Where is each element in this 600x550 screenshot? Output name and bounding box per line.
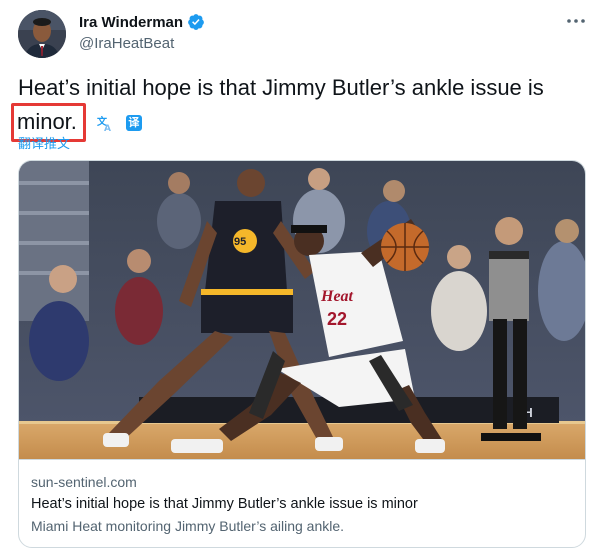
jersey-left-number: 95: [234, 236, 246, 248]
author-avatar[interactable]: [18, 10, 66, 58]
svg-text:A: A: [104, 124, 111, 132]
card-description: Miami Heat monitoring Jimmy Butler’s ail…: [31, 518, 345, 534]
jersey-right-number: 22: [327, 309, 347, 329]
card-photo: CH 95: [19, 161, 585, 459]
author-display-name[interactable]: Ira Winderman: [79, 14, 183, 31]
author-handle[interactable]: @IraHeatBeat: [79, 35, 174, 52]
tweet-text-line-1: Heat’s initial hope is that Jimmy Butler…: [18, 75, 544, 100]
more-options-icon[interactable]: [565, 14, 587, 28]
verified-badge-icon: [188, 14, 204, 30]
translate-glyph-icon[interactable]: 文 A: [96, 114, 114, 132]
translate-tweet-link[interactable]: 翻译推文: [18, 133, 70, 152]
jersey-right-text: Heat: [320, 288, 354, 305]
translate-badge-icon[interactable]: 译: [125, 114, 142, 131]
card-title: Heat’s initial hope is that Jimmy Butler…: [31, 496, 418, 512]
tweet-text-line-2-row: minor. 文 A 译: [11, 103, 584, 142]
tweet: Ira Winderman @IraHeatBeat Heat’s initia…: [0, 0, 600, 550]
tweet-text: Heat’s initial hope is that Jimmy Butler…: [11, 73, 584, 142]
card-meta: sun-sentinel.com Heat’s initial hope is …: [19, 459, 585, 547]
author-name-row: Ira Winderman: [79, 13, 205, 31]
card-domain: sun-sentinel.com: [31, 474, 137, 490]
link-card[interactable]: CH 95: [18, 160, 586, 548]
